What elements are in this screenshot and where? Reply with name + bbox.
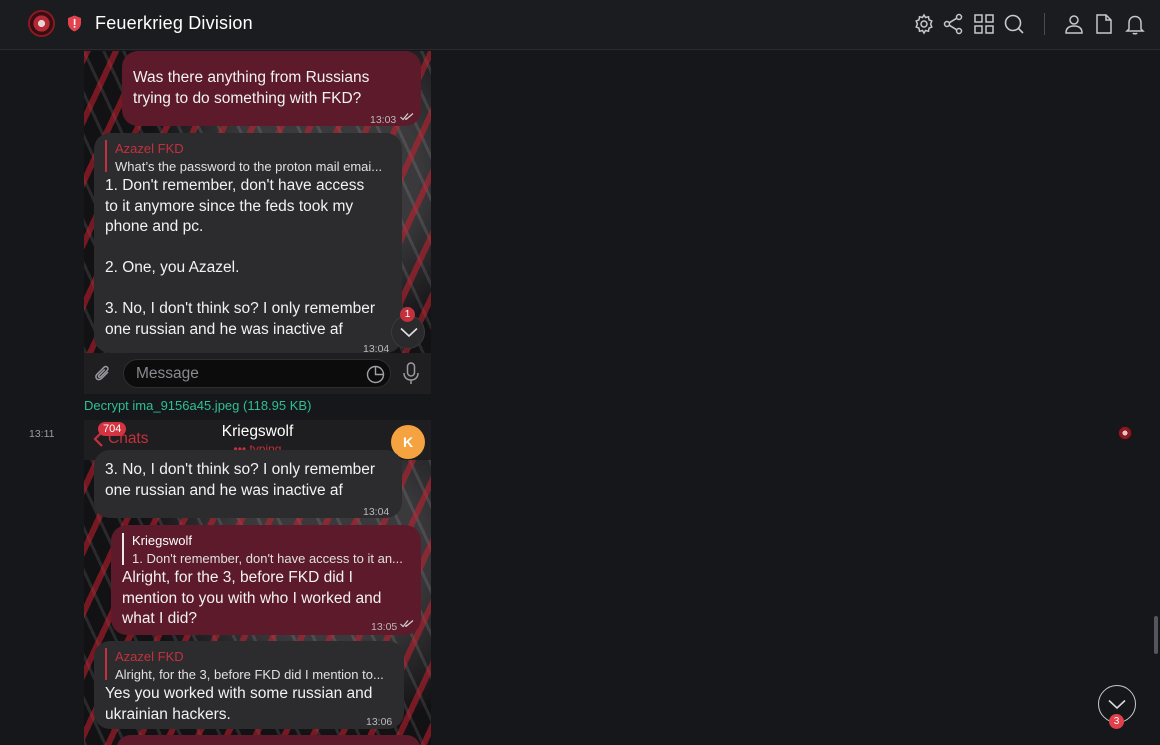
channel-avatar[interactable] [28, 10, 55, 37]
message-input[interactable]: Message [123, 359, 391, 388]
toolbar-divider [1044, 13, 1045, 35]
message-text: Yes you worked with some russian and ukr… [105, 685, 373, 723]
message-text: Was there anything from Russians trying … [133, 69, 370, 107]
message-bubble-incoming: Azazel FKD Alright, for the 3, before FK… [94, 641, 404, 729]
message-time: 13:05 [371, 621, 398, 633]
reply-quote-bar [122, 533, 124, 565]
shield-icon [68, 15, 81, 32]
message-bubble-incoming: Azazel FKD What’s the password to the pr… [94, 133, 402, 353]
message-time: 13:06 [366, 716, 393, 728]
unread-badge: 3 [1109, 714, 1124, 729]
message-bubble-incoming: 3. No, I don't think so? I only remember… [94, 450, 402, 518]
read-ticks-icon [400, 620, 414, 628]
message-bubble-outgoing [116, 735, 421, 745]
microphone-icon[interactable] [402, 362, 420, 386]
search-icon[interactable] [1002, 12, 1026, 36]
chevron-down-icon [400, 327, 418, 338]
top-bar: Feuerkrieg Division [0, 0, 1160, 50]
share-icon[interactable] [941, 12, 965, 36]
bell-icon[interactable] [1123, 12, 1147, 36]
page-title: Feuerkrieg Division [95, 13, 253, 33]
reply-preview: Alright, for the 3, before FKD did I men… [115, 667, 384, 682]
message-time: 13:04 [363, 506, 390, 518]
sticker-icon[interactable] [366, 365, 385, 384]
reply-preview: 1. Don't remember, don't have access to … [132, 551, 403, 566]
contact-name: Kriegswolf [221, 423, 294, 440]
gear-icon[interactable] [912, 12, 936, 36]
file-icon[interactable] [1092, 12, 1116, 36]
message-bubble-outgoing: Was there anything from Russians trying … [122, 51, 421, 126]
post-timestamp: 13:11 [29, 428, 55, 440]
paperclip-icon[interactable] [93, 364, 113, 384]
read-ticks-icon [400, 113, 414, 121]
chat-screenshot-2[interactable]: Chats 704 Kriegswolf ••• typing K 3. No,… [84, 420, 431, 745]
chat-screenshot-1[interactable]: Was there anything from Russians trying … [84, 51, 431, 353]
message-bubble-outgoing: Kriegswolf 1. Don't remember, don't have… [111, 525, 421, 635]
message-time: 13:03 [370, 114, 397, 126]
user-icon[interactable] [1062, 12, 1086, 36]
unread-badge: 1 [400, 307, 415, 322]
scrollbar-thumb[interactable] [1154, 616, 1158, 654]
reply-preview: What’s the password to the proton mail e… [115, 159, 383, 174]
message-placeholder: Message [136, 365, 199, 382]
sender-avatar[interactable] [1118, 426, 1132, 440]
message-text: Alright, for the 3, before FKD did I men… [122, 569, 382, 627]
decrypt-attachment-link[interactable]: Decrypt ima_9156a45.jpeg (118.95 KB) [84, 398, 311, 413]
message-composer: Message [84, 353, 431, 394]
message-text: 3. No, I don't think so? I only remember… [105, 461, 376, 499]
message-text: 1. Don't remember, don't have access to … [105, 177, 376, 338]
reply-quote-bar [105, 648, 107, 680]
chevron-down-icon [1108, 699, 1126, 710]
message-time: 13:04 [363, 343, 390, 353]
grid-icon[interactable] [972, 12, 996, 36]
reply-quote-bar [105, 140, 107, 172]
